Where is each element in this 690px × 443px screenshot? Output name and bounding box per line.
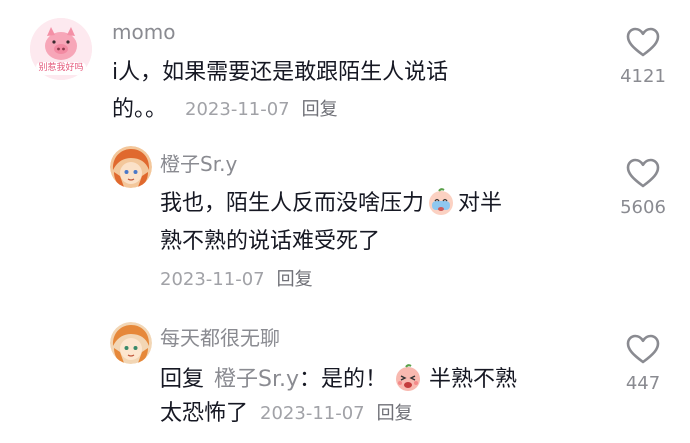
comment-2-avatar[interactable] [110, 146, 152, 188]
comment-3-like-button[interactable]: 447 [613, 333, 673, 395]
heart-outline-icon [626, 158, 660, 188]
crying-peach-emoji [426, 187, 456, 221]
comment-2-like-button[interactable]: 5606 [613, 157, 673, 219]
comment-1-date: 2023-11-07 [185, 99, 290, 120]
comment-3-text-line1a: ：是的！ [299, 367, 388, 392]
comment-2-username[interactable]: 橙子Sr.y [160, 152, 237, 176]
comment-3-line2: 太恐怖了 2023-11-07 回复 [160, 396, 413, 432]
comment-2-date: 2023-11-07 [160, 269, 265, 290]
comment-2-meta: 2023-11-07 回复 [160, 268, 313, 292]
anime-girl-avatar-icon [110, 322, 152, 364]
comment-2-line1: 我也，陌生人反而没啥压力 对半 [160, 186, 502, 222]
comment-1-avatar[interactable]: 别惹我好吗 [30, 18, 92, 80]
comment-3-reply-prefix: 回复 [160, 367, 205, 392]
anime-girl-avatar-icon [110, 146, 152, 188]
scared-peach-emoji [393, 363, 423, 397]
comment-2-text-line1b: 对半 [458, 191, 503, 216]
avatar-caption: 别惹我好吗 [38, 63, 84, 73]
comment-2-like-count: 5606 [620, 197, 666, 218]
comment-3-date: 2023-11-07 [260, 403, 365, 424]
comment-3-text-line2: 太恐怖了 [160, 401, 249, 426]
comment-2-reply-button[interactable]: 回复 [277, 268, 313, 292]
comment-1-text-line1: i人，如果需要还是敢跟陌生人说话 [112, 60, 449, 85]
heart-outline-icon [626, 27, 660, 57]
comment-2-text-line1a: 我也，陌生人反而没啥压力 [160, 191, 425, 216]
comment-3-text-line1b: 半熟不熟 [429, 367, 518, 392]
comment-3-reply-button[interactable]: 回复 [377, 402, 413, 426]
comment-2-text-line2: 熟不熟的说话难受死了 [160, 229, 381, 254]
comment-1-line2: 的。。 2023-11-07 回复 [112, 92, 338, 128]
comment-3-reply-target[interactable]: 橙子Sr.y [214, 362, 299, 398]
comment-1-reply-button[interactable]: 回复 [302, 98, 338, 122]
comment-1-like-count: 4121 [620, 66, 666, 87]
comment-3-avatar[interactable] [110, 322, 152, 364]
comment-3-line1: 回复 橙子Sr.y ：是的！ 半熟不熟 [160, 362, 517, 398]
comment-1-like-button[interactable]: 4121 [613, 26, 673, 88]
heart-outline-icon [626, 334, 660, 364]
comment-3-like-count: 447 [625, 373, 661, 394]
comment-1-text-line2: 的。。 [112, 97, 168, 122]
comment-1-username[interactable]: momo [112, 20, 175, 44]
comment-3-username[interactable]: 每天都很无聊 [160, 326, 280, 350]
